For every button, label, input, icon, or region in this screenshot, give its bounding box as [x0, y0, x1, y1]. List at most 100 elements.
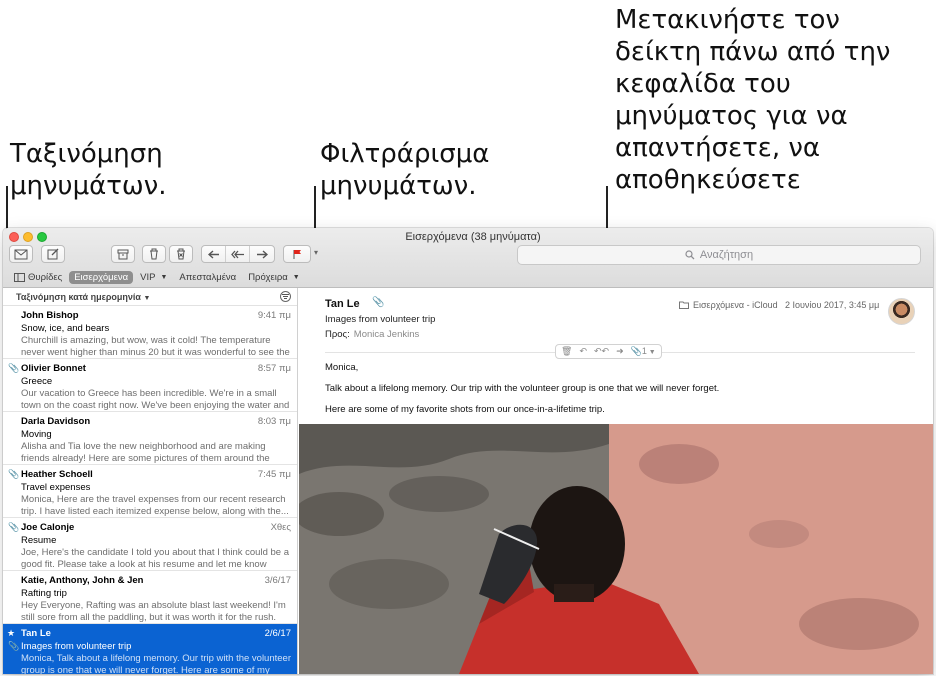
forward-button[interactable]: [250, 246, 274, 262]
new-message-button[interactable]: [41, 245, 65, 263]
callout-filter-messages: Φιλτράρισμα μηνυμάτων.: [320, 138, 489, 202]
favorite-inbox-label: Εισερχόμενα: [74, 271, 129, 283]
message-viewer: Tan Le 📎 Images from volunteer trip Προς…: [299, 288, 933, 674]
message-preview: Hey Everyone, Rafting was an absolute bl…: [21, 600, 286, 623]
titlebar: Εισερχόμενα (38 μηνύματα) ▾ Αναζήτηση Θυ…: [3, 228, 933, 288]
message-sender: Olivier Bonnet: [21, 363, 86, 374]
message-preview: Our vacation to Greece has been incredib…: [21, 388, 290, 411]
favorite-mailboxes[interactable]: Θυρίδες: [9, 271, 67, 284]
favorite-sent[interactable]: Απεσταλμένα: [174, 271, 241, 284]
avatar: [888, 298, 915, 325]
forward-icon[interactable]: ➜: [616, 346, 624, 357]
message-header-mailbox: Εισερχόμενα - iCloud: [679, 300, 778, 310]
reply-all-icon: [230, 250, 244, 258]
flag-button[interactable]: [283, 245, 311, 263]
message-sender: Darla Davidson: [21, 416, 91, 427]
search-field[interactable]: Αναζήτηση: [517, 245, 921, 265]
favorite-inbox[interactable]: Εισερχόμενα: [69, 270, 134, 284]
message-body-line: Talk about a lifelong memory. Our trip w…: [325, 383, 720, 394]
archive-button[interactable]: [111, 245, 135, 263]
reply-button[interactable]: [202, 246, 226, 262]
message-subject: Travel expenses: [21, 482, 91, 493]
message-time: 7:45 πμ: [257, 469, 291, 480]
message-subject: Resume: [21, 535, 57, 546]
chevron-down-icon: ▼: [160, 273, 168, 281]
callout-sort-line-2: μηνυμάτων.: [10, 171, 167, 201]
trash-icon: [150, 248, 158, 260]
sort-bar: Ταξινόμηση κατά ημερομηνία ▼: [3, 288, 297, 306]
save-attachment-button[interactable]: 📎1 ▼: [631, 346, 656, 357]
to-label: Προς:: [325, 329, 350, 340]
message-subject: Images from volunteer trip: [21, 641, 132, 652]
sidebar-toggle-icon: [14, 272, 25, 282]
forward-icon: [257, 249, 268, 259]
message-subject: Rafting trip: [21, 588, 67, 599]
mailbox-label: Εισερχόμενα - iCloud: [693, 300, 778, 310]
flag-icon: [293, 249, 301, 259]
callout-filter-line-1: Φιλτράρισμα: [320, 139, 490, 169]
message-hover-toolbar: 🗑 ↶ ↶↶ ➜ 📎1 ▼: [555, 344, 662, 359]
callout-filter-line-2: μηνυμάτων.: [320, 171, 477, 201]
message-header-subject: Images from volunteer trip: [325, 314, 436, 325]
callout-message-header: Μετακινήστε τον δείκτη πάνω από την κεφα…: [615, 4, 890, 196]
list-item[interactable]: 📎 Joe Calonje Χθες Resume Joe, Here's th…: [3, 518, 297, 571]
delete-button[interactable]: [142, 245, 166, 263]
callout-header-line-4: μηνύματος για να: [615, 101, 848, 131]
archive-icon: [117, 249, 129, 259]
to-value: Monica Jenkins: [353, 329, 420, 340]
attachment-icon: 📎: [8, 641, 20, 651]
sort-label: Ταξινόμηση κατά ημερομηνία: [16, 291, 141, 302]
favorite-vip[interactable]: VIP ▼: [135, 271, 172, 284]
message-list: Ταξινόμηση κατά ημερομηνία ▼ John Bishop…: [3, 288, 298, 674]
message-header-recipient: Προς: Monica Jenkins: [325, 329, 419, 340]
trash-icon[interactable]: 🗑: [561, 346, 572, 357]
flag-menu-chevron-icon[interactable]: ▾: [314, 248, 318, 257]
get-mail-button[interactable]: [9, 245, 33, 263]
favorite-drafts[interactable]: Πρόχειρα ▼: [243, 271, 304, 284]
filter-icon[interactable]: [280, 291, 291, 302]
message-time: 8:57 πμ: [257, 363, 291, 374]
message-body-line: Here are some of my favorite shots from …: [325, 404, 605, 415]
message-preview: Monica, Talk about a lifelong memory. Ou…: [21, 653, 291, 674]
list-item[interactable]: 📎 Olivier Bonnet 8:57 πμ Greece Our vaca…: [3, 359, 297, 412]
reply-all-button[interactable]: [226, 246, 250, 262]
photo-person-image: [299, 424, 933, 674]
message-subject: Moving: [21, 429, 52, 440]
junk-icon: [177, 248, 185, 260]
close-button[interactable]: [9, 232, 19, 242]
list-item[interactable]: 📎 Heather Schoell 7:45 πμ Travel expense…: [3, 465, 297, 518]
window-title: Εισερχόμενα (38 μηνύματα): [405, 231, 541, 243]
sort-by-date-button[interactable]: Ταξινόμηση κατά ημερομηνία ▼: [16, 292, 150, 302]
message-subject: Greece: [21, 376, 53, 387]
favorite-drafts-label: Πρόχειρα: [248, 271, 288, 283]
reply-icon[interactable]: ↶: [579, 346, 587, 357]
message-sender: Joe Calonje: [21, 522, 75, 533]
new-message-icon: [47, 248, 59, 260]
message-greeting: Monica,: [325, 362, 359, 373]
list-item-selected[interactable]: ★ 📎 Tan Le 2/6/17 Images from volunteer …: [3, 624, 297, 674]
callout-sort-line-1: Ταξινόμηση: [10, 139, 163, 169]
callout-header-line-2: δείκτη πάνω από την: [615, 37, 891, 67]
attachment-icon: 📎: [630, 346, 642, 356]
attachment-icon: 📎: [8, 469, 20, 479]
list-item[interactable]: Katie, Anthony, John & Jen 3/6/17 Raftin…: [3, 571, 297, 624]
reply-all-icon[interactable]: ↶↶: [594, 346, 609, 357]
callout-header-line-3: κεφαλίδα του: [615, 69, 791, 99]
list-item[interactable]: John Bishop 9:41 πμ Snow, ice, and bears…: [3, 306, 297, 359]
message-sender: Heather Schoell: [21, 469, 93, 480]
minimize-button[interactable]: [23, 232, 33, 242]
attached-photo: [299, 424, 933, 674]
favorite-vip-label: VIP: [140, 271, 156, 283]
message-preview: Alisha and Tia love the new neighborhood…: [21, 441, 270, 464]
attachment-icon: 📎: [8, 522, 20, 532]
zoom-button[interactable]: [37, 232, 47, 242]
junk-button[interactable]: [169, 245, 193, 263]
vip-star-icon: ★: [7, 628, 16, 638]
callout-header-line-6: αποθηκεύσετε: [615, 165, 801, 195]
attachment-icon: 📎: [8, 363, 20, 373]
message-time: Χθες: [270, 522, 291, 533]
message-header-date: 2 Ιουνίου 2017, 3:45 μμ: [785, 300, 880, 310]
list-item[interactable]: Darla Davidson 8:03 πμ Moving Alisha and…: [3, 412, 297, 465]
mail-window: Εισερχόμενα (38 μηνύματα) ▾ Αναζήτηση Θυ…: [3, 228, 933, 674]
chevron-down-icon: ▼: [646, 349, 656, 356]
